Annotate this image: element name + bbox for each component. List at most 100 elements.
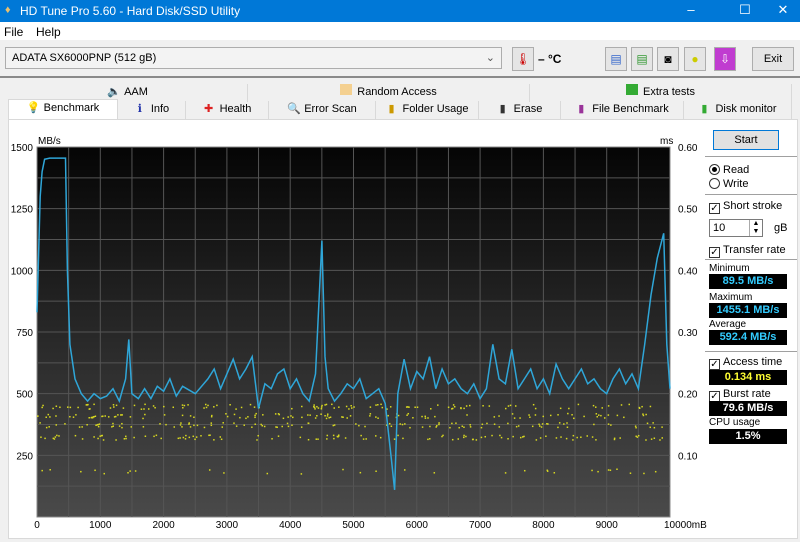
access-time-point	[219, 436, 222, 438]
access-time-point	[254, 423, 256, 425]
access-time-point	[507, 422, 509, 425]
divider	[705, 259, 797, 260]
access-time-point	[39, 422, 41, 424]
short-stroke-checkbox[interactable]: ✓ Short stroke	[709, 200, 782, 214]
access-time-point	[133, 404, 136, 407]
access-time-point	[45, 426, 48, 429]
access-time-point	[642, 414, 645, 417]
maximum-label: Maximum	[709, 292, 753, 303]
access-time-point	[500, 436, 503, 439]
access-time-point	[469, 426, 472, 428]
access-time-point	[177, 437, 180, 440]
burst-rate-checkbox[interactable]: ✓ Burst rate	[709, 388, 771, 402]
access-time-point	[247, 416, 249, 418]
access-time-point	[179, 437, 181, 439]
access-time-point	[377, 403, 379, 406]
access-time-point	[559, 407, 562, 410]
access-time-point	[653, 426, 656, 429]
access-time-point	[515, 425, 518, 428]
access-time-point	[281, 425, 283, 428]
access-time-point	[451, 438, 454, 441]
access-time-point	[344, 437, 347, 439]
access-time-point	[542, 415, 545, 418]
access-time-point	[160, 437, 162, 440]
checkmark-icon: ✓	[709, 359, 720, 370]
access-time-point	[97, 423, 99, 426]
access-time-point	[313, 406, 316, 409]
write-radio[interactable]: Write	[709, 178, 748, 190]
access-time-point	[122, 407, 125, 409]
access-time-point	[129, 416, 132, 418]
y-tick-label-left: 500	[16, 390, 33, 401]
divider	[705, 351, 797, 352]
access-time-point	[362, 438, 365, 440]
access-time-point	[326, 415, 329, 417]
read-radio[interactable]: Read	[709, 164, 749, 176]
access-time-point	[195, 436, 198, 438]
access-time-point	[469, 424, 471, 426]
access-time-point	[37, 415, 39, 417]
access-time-point	[189, 426, 192, 428]
access-time-point	[185, 434, 187, 437]
access-time-point	[93, 415, 95, 418]
access-time-point	[538, 425, 541, 427]
access-time-point	[531, 425, 534, 428]
access-time-point	[636, 436, 639, 438]
access-time-point	[123, 438, 126, 440]
access-time-point	[274, 413, 277, 415]
access-time-point	[121, 426, 123, 429]
access-time-point	[642, 413, 644, 415]
access-time-point	[287, 425, 290, 428]
access-time-point	[586, 435, 588, 437]
access-time-point	[299, 436, 302, 439]
divider	[705, 156, 797, 157]
access-time-point	[600, 414, 602, 417]
access-time-point	[486, 422, 488, 425]
access-time-point	[97, 437, 99, 440]
spinner-icon[interactable]: ▲ ▼	[749, 220, 762, 236]
access-time-point	[85, 404, 88, 406]
stroke-size-input[interactable]: 10 ▲ ▼	[709, 219, 763, 237]
access-time-checkbox[interactable]: ✓ Access time	[709, 356, 782, 370]
access-time-point	[320, 408, 323, 410]
x-tick-label: 7000	[469, 520, 492, 531]
access-time-point	[327, 413, 329, 415]
access-time-point	[481, 423, 484, 426]
access-time-point	[629, 472, 632, 474]
access-time-point	[493, 423, 496, 425]
access-time-point	[348, 408, 350, 410]
access-time-point	[314, 417, 317, 419]
access-time-point	[112, 425, 115, 427]
access-time-point	[509, 404, 512, 407]
access-time-point	[637, 434, 640, 437]
access-time-point	[453, 406, 456, 408]
access-time-point	[213, 406, 215, 408]
access-time-point	[94, 415, 97, 418]
access-time-point	[421, 415, 423, 418]
access-time-point	[409, 426, 411, 429]
x-tick-label: 1000	[89, 520, 112, 531]
access-time-point	[257, 434, 259, 437]
access-time-point	[523, 469, 526, 472]
access-time-point	[471, 438, 474, 441]
access-time-point	[360, 434, 362, 437]
transfer-rate-checkbox[interactable]: ✓ Transfer rate	[709, 244, 786, 258]
access-time-point	[597, 470, 599, 473]
access-time-point	[484, 435, 487, 438]
access-time-point	[181, 426, 183, 428]
burst-rate-value: 79.6 MB/s	[709, 401, 787, 416]
access-time-point	[646, 422, 649, 425]
access-time-point	[255, 412, 257, 415]
start-button[interactable]: Start	[713, 130, 779, 150]
radio-unchecked-icon	[709, 178, 720, 189]
access-time-point	[359, 471, 362, 474]
access-time-point	[649, 405, 652, 408]
access-time-point	[143, 408, 145, 410]
access-time-point	[301, 416, 303, 419]
access-time-point	[309, 414, 311, 416]
y-tick-label-right: 0.20	[678, 390, 698, 401]
access-time-point	[528, 414, 530, 416]
access-time-point	[466, 414, 468, 416]
access-time-point	[223, 472, 225, 474]
access-time-point	[488, 405, 491, 407]
